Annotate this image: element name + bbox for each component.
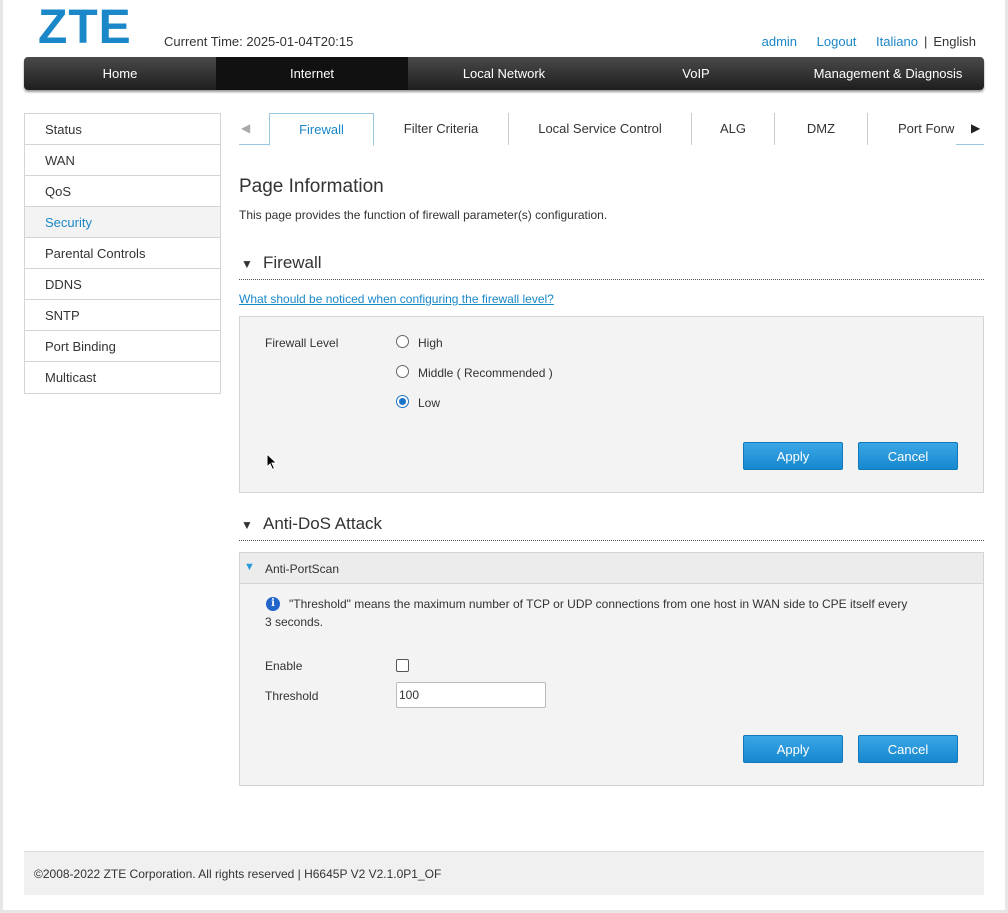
tab-bar: ◀ Firewall Filter Criteria Local Service… [239, 113, 984, 146]
sidebar-item-qos[interactable]: QoS [25, 176, 220, 207]
sidebar-item-sntp[interactable]: SNTP [25, 300, 220, 331]
anti-portscan-header[interactable]: ▼ Anti-PortScan [240, 553, 983, 584]
radio-high-label[interactable]: High [418, 336, 443, 350]
threshold-info-line2: 3 seconds. [265, 615, 324, 629]
nav-internet[interactable]: Internet [216, 57, 408, 90]
nav-voip[interactable]: VoIP [600, 57, 792, 90]
tab-port-forwarding[interactable]: Port Forw [868, 113, 956, 145]
admin-link[interactable]: admin [762, 34, 797, 49]
page-title: Page Information [239, 176, 384, 197]
tab-local-service-control[interactable]: Local Service Control [509, 113, 692, 145]
firewall-notice-link[interactable]: What should be noticed when configuring … [239, 292, 554, 306]
footer: ©2008-2022 ZTE Corporation. All rights r… [24, 851, 984, 895]
tab-firewall[interactable]: Firewall [269, 113, 374, 146]
radio-middle-label[interactable]: Middle ( Recommended ) [418, 366, 553, 380]
firewall-apply-button[interactable]: Apply [743, 442, 843, 470]
threshold-info-line1: "Threshold" means the maximum number of … [289, 597, 908, 611]
antidos-section-header[interactable]: ▼ Anti-DoS Attack [239, 511, 984, 541]
enable-label: Enable [265, 659, 303, 673]
logout-link[interactable]: Logout [817, 34, 857, 49]
tab-filter-criteria[interactable]: Filter Criteria [374, 113, 509, 145]
nav-local-network[interactable]: Local Network [408, 57, 600, 90]
antidos-apply-button[interactable]: Apply [743, 735, 843, 763]
lang-english: English [933, 34, 976, 49]
main-nav: Home Internet Local Network VoIP Managem… [24, 57, 984, 90]
sidebar-item-parental-controls[interactable]: Parental Controls [25, 238, 220, 269]
tab-alg[interactable]: ALG [692, 113, 775, 145]
sidebar-item-status[interactable]: Status [25, 114, 220, 145]
info-icon: i [266, 597, 280, 611]
radio-high[interactable] [396, 335, 409, 348]
radio-middle[interactable] [396, 365, 409, 378]
lang-italiano-link[interactable]: Italiano [876, 34, 918, 49]
collapse-triangle-icon: ▼ [241, 518, 253, 532]
mouse-cursor-icon [266, 453, 278, 471]
enable-checkbox[interactable] [396, 659, 409, 672]
sidebar-item-wan[interactable]: WAN [25, 145, 220, 176]
radio-low[interactable] [396, 395, 409, 408]
sidebar: Status WAN QoS Security Parental Control… [24, 113, 221, 394]
tab-scroll-left-icon[interactable]: ◀ [241, 121, 250, 135]
anti-portscan-title: Anti-PortScan [265, 562, 340, 576]
tab-scroll-right-icon[interactable]: ▶ [971, 121, 980, 135]
nav-home[interactable]: Home [24, 57, 216, 90]
current-time: Current Time: 2025-01-04T20:15 [164, 34, 354, 49]
top-links: admin Logout Italiano | English [746, 34, 976, 49]
antidos-panel: ▼ Anti-PortScan i "Threshold" means the … [239, 552, 984, 786]
antidos-cancel-button[interactable]: Cancel [858, 735, 958, 763]
sidebar-item-port-binding[interactable]: Port Binding [25, 331, 220, 362]
firewall-section-title: Firewall [263, 253, 322, 272]
firewall-section-header[interactable]: ▼ Firewall [239, 250, 984, 280]
threshold-label: Threshold [265, 689, 319, 703]
firewall-cancel-button[interactable]: Cancel [858, 442, 958, 470]
tab-dmz[interactable]: DMZ [775, 113, 868, 145]
firewall-panel: Firewall Level High Middle ( Recommended… [239, 316, 984, 493]
sidebar-item-ddns[interactable]: DDNS [25, 269, 220, 300]
threshold-input[interactable]: 100 [396, 682, 546, 708]
radio-low-label[interactable]: Low [418, 396, 440, 410]
lang-separator: | [923, 34, 928, 49]
antidos-section-title: Anti-DoS Attack [263, 514, 383, 533]
firewall-level-label: Firewall Level [265, 336, 339, 350]
nav-management-diagnosis[interactable]: Management & Diagnosis [792, 57, 984, 90]
sidebar-item-multicast[interactable]: Multicast [25, 362, 220, 393]
page-description: This page provides the function of firew… [239, 208, 608, 222]
collapse-triangle-icon: ▼ [241, 257, 253, 271]
expand-triangle-icon: ▼ [244, 561, 255, 573]
sidebar-item-security[interactable]: Security [25, 207, 220, 238]
zte-logo: ZTE [38, 1, 132, 54]
